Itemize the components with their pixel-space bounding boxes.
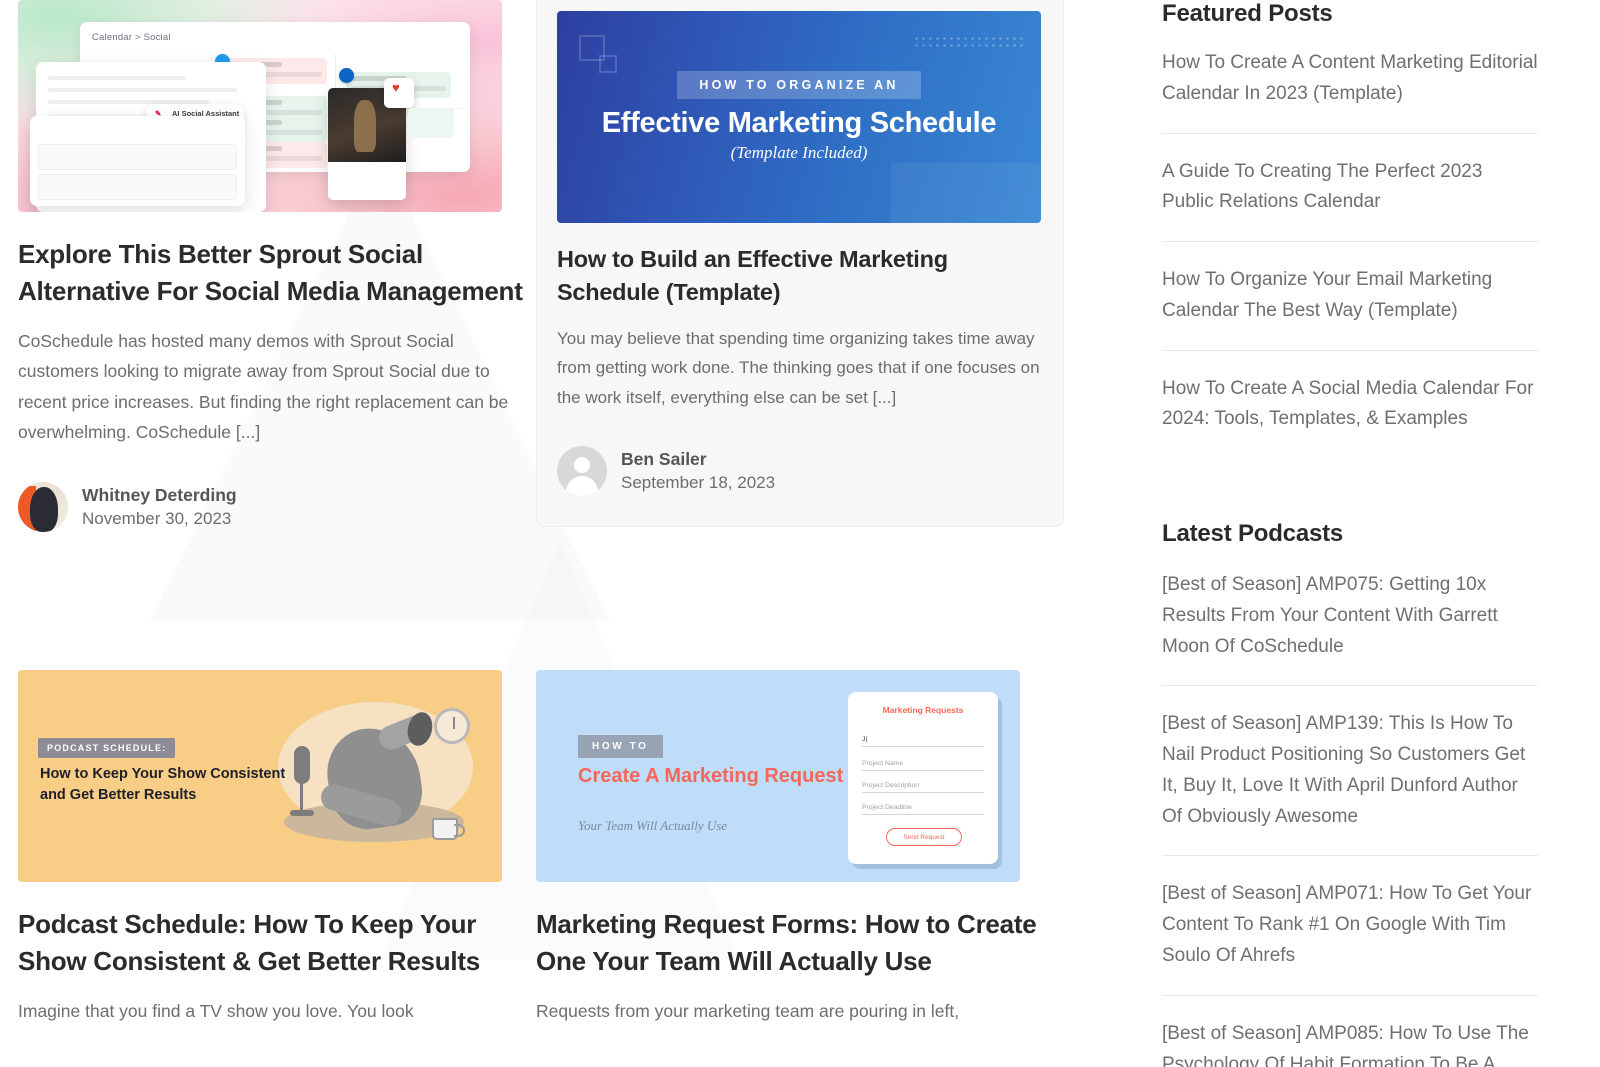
thumbnail-subhead: Your Team Will Actually Use [578,818,728,833]
form-field-project-description: Project Description [862,782,984,793]
thumbnail-headline: How to Keep Your Show Consistent and Get… [40,766,286,804]
decorative-dot-grid [913,35,1023,51]
featured-post-link[interactable]: How To Create A Social Media Calendar Fo… [1162,349,1538,459]
sidebar: Featured Posts How To Create A Content M… [1162,0,1538,1067]
post-grid: Calendar > Social ✎ AI Social Assistant … [0,0,1100,1067]
featured-posts-heading: Featured Posts [1162,0,1333,27]
heart-like-icon [384,78,414,108]
clock-icon [434,708,470,744]
analytics-mini-chart [408,108,454,138]
latest-podcasts-heading: Latest Podcasts [1162,520,1344,548]
featured-post-link[interactable]: How To Organize Your Email Marketing Cal… [1162,241,1538,350]
coffee-cup-icon [432,818,465,840]
post-excerpt: Requests from your marketing team are po… [536,1000,960,1021]
post-excerpt: You may believe that spending time organ… [557,328,1040,407]
thumbnail-tag: PODCAST SCHEDULE: [38,738,176,758]
decorative-square-icon-2 [599,55,617,73]
form-title: Marketing Requests [882,705,964,715]
banner-subhead: (Template Included) [730,143,868,162]
post-date: September 18, 2023 [621,473,776,493]
post-title[interactable]: Explore This Better Sprout Social Altern… [18,236,538,310]
post-card-sprout-social[interactable]: Calendar > Social ✎ AI Social Assistant … [18,0,538,532]
send-request-button: Send Request [886,828,962,846]
post-card-podcast-schedule[interactable]: PODCAST SCHEDULE: How to Keep Your Show … [18,670,538,1026]
blog-listing-page: Calendar > Social ✎ AI Social Assistant … [0,0,1600,1067]
post-author[interactable]: Whitney Deterding [82,485,237,506]
post-title[interactable]: Marketing Request Forms: How to Create O… [536,906,1056,980]
form-field-typed: J| [862,736,984,747]
post-excerpt: CoSchedule has hosted many demos with Sp… [18,330,509,443]
featured-posts-list: How To Create A Content Marketing Editor… [1162,48,1538,458]
post-title[interactable]: Podcast Schedule: How To Keep Your Show … [18,906,538,980]
thumbnail-tag: HOW TO [578,735,663,758]
form-field-project-name: Project Name [862,760,984,771]
podcast-link[interactable]: [Best of Season] AMP075: Getting 10x Res… [1162,570,1538,685]
decorative-glow [891,163,1041,223]
form-field-project-deadline: Project Deadline [862,804,984,815]
post-author[interactable]: Ben Sailer [621,449,775,470]
post-thumbnail-calendar-app[interactable]: Calendar > Social ✎ AI Social Assistant … [18,0,502,212]
featured-post-link[interactable]: How To Create A Content Marketing Editor… [1162,48,1538,133]
post-thumbnail-request-form[interactable]: HOW TO Create A Marketing Request Form Y… [536,670,1020,882]
podcast-link[interactable]: [Best of Season] AMP071: How To Get Your… [1162,855,1538,994]
post-byline: Ben Sailer September 18, 2023 [557,446,1043,497]
post-thumbnail-blue-banner[interactable]: HOW TO ORGANIZE AN Effective Marketing S… [557,11,1041,223]
avatar [557,446,607,497]
linkedin-badge-icon [338,68,354,83]
request-form-mock: Marketing Requests J| Project Name Proje… [848,692,998,864]
calendar-breadcrumb: Calendar > Social [92,32,171,43]
podcast-link[interactable]: [Best of Season] AMP139: This Is How To … [1162,685,1538,855]
podcast-link[interactable]: [Best of Season] AMP085: How To Use The … [1162,994,1538,1067]
post-excerpt: Imagine that you find a TV show you love… [18,1000,414,1021]
avatar [18,481,68,532]
ai-suggestions-panel [30,116,245,206]
banner-headline: Effective Marketing Schedule [601,107,997,139]
post-card-marketing-request-form[interactable]: HOW TO Create A Marketing Request Form Y… [536,670,1056,1026]
post-byline: Whitney Deterding November 30, 2023 [18,481,538,532]
banner-kicker: HOW TO ORGANIZE AN [677,71,921,99]
featured-post-link[interactable]: A Guide To Creating The Perfect 2023 Pub… [1162,132,1538,242]
post-title[interactable]: How to Build an Effective Marketing Sche… [557,243,1043,310]
latest-podcasts-list: [Best of Season] AMP075: Getting 10x Res… [1162,570,1538,1067]
post-thumbnail-podcast[interactable]: PODCAST SCHEDULE: How to Keep Your Show … [18,670,502,882]
post-card-marketing-schedule[interactable]: HOW TO ORGANIZE AN Effective Marketing S… [536,0,1064,528]
post-date: November 30, 2023 [82,508,232,528]
